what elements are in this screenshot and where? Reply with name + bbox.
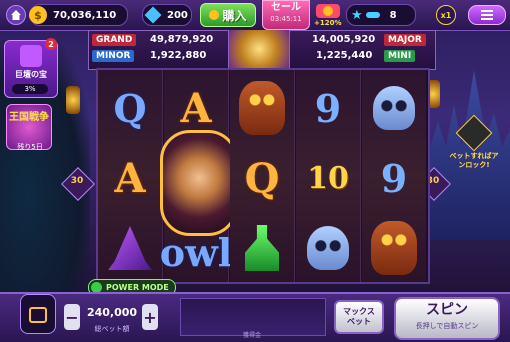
reel-1: Q A [98,70,163,282]
menu-icon [481,10,493,12]
reel-4: 9 10 [296,70,361,282]
symbol-a: A [114,154,146,202]
coin-bag-icon [209,10,220,20]
promo-widget[interactable]: ベットすればアンロック! [448,114,500,172]
buy-button[interactable]: 購入 [200,3,256,27]
treasure-label: 巨壇の宝 [15,70,47,79]
mini-value: 1,225,440 [316,50,373,61]
spin-sub-label: 長押しで自動スピン [415,322,479,330]
symbol-10: 10 [307,160,349,196]
symbol-a: Q [244,154,280,202]
potion-icon [230,216,294,280]
win-label: 獲得金 [242,332,261,339]
treasure-chest-icon [20,45,42,67]
bet-value: 240,000 [86,306,138,319]
level-progress [365,12,380,18]
buy-label: 購入 [222,8,247,23]
bet-decrease-button[interactable]: − [64,304,80,330]
symbol-9: 9 [314,85,342,131]
spin-label: スピン [426,302,468,318]
wizard-hat-icon [98,216,162,280]
sale-label: セール [271,2,301,13]
bet-label: 総ベット額 [94,325,130,333]
mini-label: MINI [384,50,416,62]
major-value: 14,005,920 [312,34,376,45]
bet-increase-button[interactable]: + [142,304,158,330]
gem-balance: 200 [142,4,192,26]
treasure-percent: 3% [12,84,48,94]
grand-label: GRAND [92,34,137,46]
major-label: MAJOR [384,34,426,46]
power-mode-label: POWER MODE [106,283,169,292]
gem-icon [144,6,162,24]
skull-icon [296,216,360,280]
level-bar[interactable]: ★ 8 [346,4,416,26]
owl-icon [362,216,426,280]
bonus-percent: +120% [314,19,342,27]
symbol-q: owl [159,229,233,275]
war-days-left: 残り5日 [17,143,43,151]
sale-button[interactable]: セール 03:45:11 [262,0,310,30]
coin-amount: 70,036,110 [53,9,117,21]
coin-balance: $ 70,036,110 [29,4,128,26]
home-icon[interactable] [6,5,26,25]
sale-timer: 03:45:11 [270,15,302,23]
minor-label: MINOR [92,50,135,62]
minor-value: 1,922,880 [150,50,207,61]
multiplier-badge[interactable]: x1 [436,5,456,25]
grand-value: 49,879,920 [150,34,214,45]
owl-icon [230,76,294,140]
symbol-q: Q [113,85,147,131]
paylines-left: 30 [70,176,84,186]
bonus-badge [316,4,340,18]
reel-5: 9 [362,70,426,282]
notification-badge: 2 [45,38,57,50]
menu-button[interactable] [468,5,506,25]
gem-amount: 200 [167,9,188,21]
reel-2: A owl [159,70,238,282]
promo-text: ベットすればアンロック! [449,152,499,169]
top-bar: $ 70,036,110 200 購入 セール 03:45:11 +120% ★… [0,0,510,31]
level-number: 8 [389,9,397,21]
lock-button[interactable] [20,294,56,334]
reel-3: Q [230,70,295,282]
coin-icon: $ [29,6,47,24]
reel-grid: Q A A owl Q 9 10 9 [96,68,430,284]
piggy-icon [323,6,333,16]
skull-icon [362,76,426,140]
star-icon: ★ [351,7,363,23]
lock-icon [455,114,493,152]
lantern-icon [66,86,80,114]
max-bet-button[interactable]: マックスベット [334,300,384,334]
spin-button[interactable]: スピン 長押しで自動スピン [394,297,500,340]
symbol-9: 9 [380,155,408,201]
jackpot-pot-icon [228,30,290,68]
padlock-icon [29,307,47,323]
